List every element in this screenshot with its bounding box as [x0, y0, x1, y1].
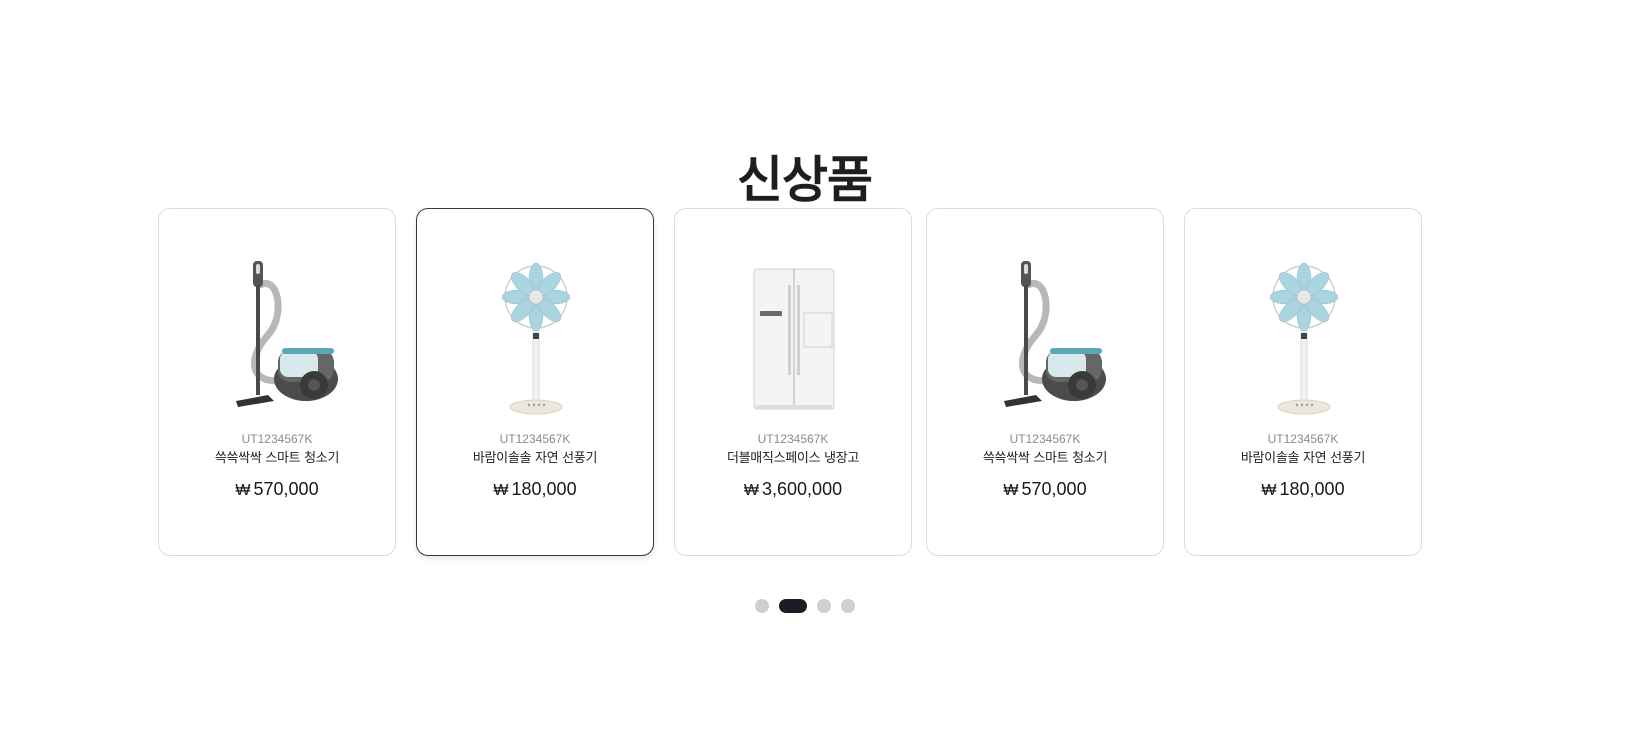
- currency-symbol: ₩: [493, 482, 509, 499]
- product-card[interactable]: UT1234567K 쓱쓱싹싹 스마트 청소기 ₩570,000: [926, 208, 1164, 556]
- pagination-dot-1[interactable]: [754, 599, 769, 613]
- currency-symbol: ₩: [1003, 482, 1019, 499]
- price-value: 570,000: [1021, 479, 1087, 499]
- product-code: UT1234567K: [1267, 432, 1339, 446]
- price-value: 3,600,000: [762, 479, 843, 499]
- product-price: ₩180,000: [1185, 477, 1421, 503]
- carousel-pagination: [0, 599, 1609, 613]
- product-price: ₩570,000: [159, 477, 395, 503]
- pagination-dot-2-active[interactable]: [778, 599, 807, 613]
- currency-symbol: ₩: [743, 482, 760, 499]
- product-name[interactable]: 바람이솔솔 자연 선풍기: [417, 450, 653, 468]
- price-value: 570,000: [253, 479, 319, 499]
- product-code: UT1234567K: [241, 432, 313, 446]
- product-card[interactable]: UT1234567K 바람이솔솔 자연 선풍기 ₩180,000: [1184, 208, 1422, 556]
- product-carousel: UT1234567K 쓱쓱싹싹 스마트 청소기 ₩570,000 UT12345…: [0, 0, 1635, 753]
- product-name[interactable]: 쓱쓱싹싹 스마트 청소기: [159, 450, 395, 468]
- refrigerator-image: [724, 255, 864, 415]
- product-name[interactable]: 더블매직스페이스 냉장고: [675, 450, 911, 468]
- currency-symbol: ₩: [235, 482, 251, 499]
- price-value: 180,000: [1279, 479, 1345, 499]
- product-name[interactable]: 쓱쓱싹싹 스마트 청소기: [927, 450, 1163, 468]
- pagination-dot-4[interactable]: [840, 599, 855, 613]
- price-value: 180,000: [511, 479, 577, 499]
- product-price: ₩3,600,000: [675, 477, 911, 503]
- vacuum-cleaner-image: [976, 255, 1116, 415]
- product-price: ₩570,000: [927, 477, 1163, 503]
- product-code: UT1234567K: [499, 432, 571, 446]
- product-card[interactable]: UT1234567K 쓱쓱싹싹 스마트 청소기 ₩570,000: [158, 208, 396, 556]
- product-code: UT1234567K: [757, 432, 829, 446]
- product-card[interactable]: UT1234567K 바람이솔솔 자연 선풍기 ₩180,000: [416, 208, 654, 556]
- vacuum-cleaner-image: [208, 255, 348, 415]
- product-card[interactable]: UT1234567K 더블매직스페이스 냉장고 ₩3,600,000: [674, 208, 912, 556]
- pagination-dot-3[interactable]: [816, 599, 831, 613]
- product-name[interactable]: 바람이솔솔 자연 선풍기: [1185, 450, 1421, 468]
- product-price: ₩180,000: [417, 477, 653, 503]
- electric-fan-image: [466, 255, 606, 415]
- currency-symbol: ₩: [1261, 482, 1277, 499]
- electric-fan-image: [1234, 255, 1374, 415]
- product-code: UT1234567K: [1009, 432, 1081, 446]
